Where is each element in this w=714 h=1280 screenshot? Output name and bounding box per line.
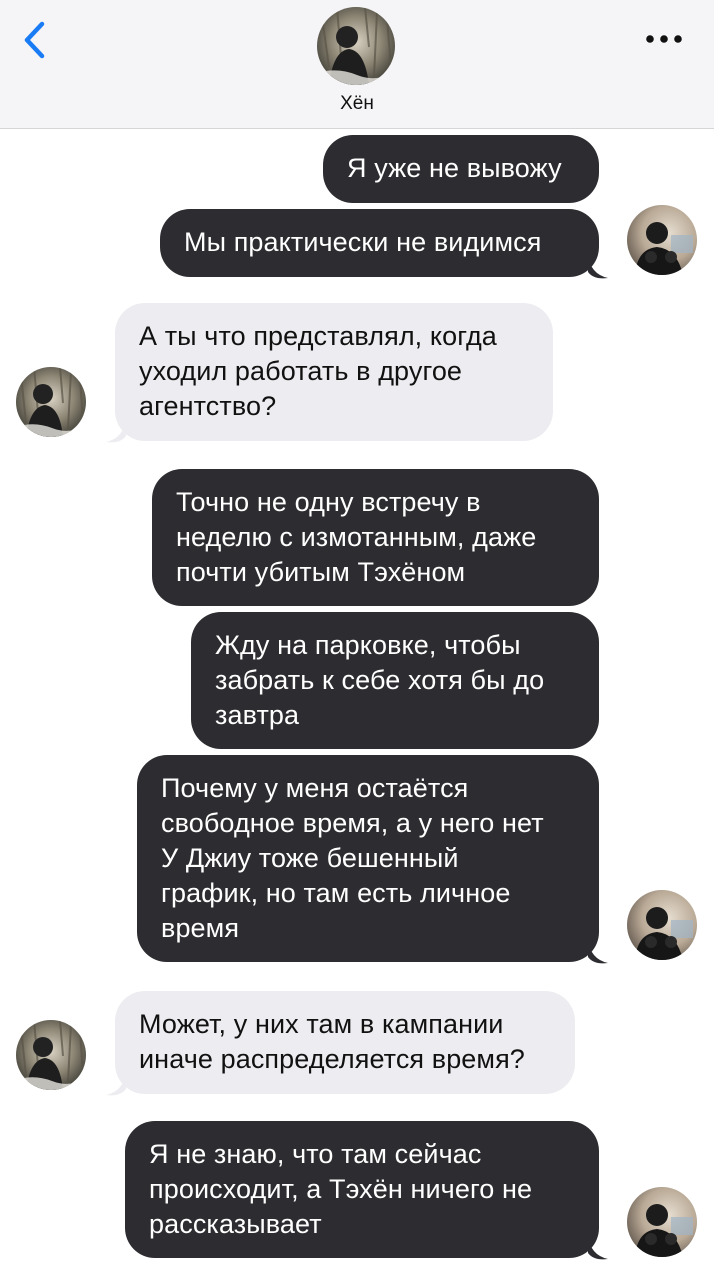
chevron-left-icon	[24, 21, 45, 59]
contact-avatar-image	[16, 367, 86, 437]
bubble-tail	[588, 939, 608, 964]
contact-avatar-image	[317, 7, 395, 85]
ellipsis-icon	[646, 35, 682, 43]
message-line: Мы практически не видимся	[184, 227, 542, 257]
message-bubble-incoming[interactable]: Может, у них там в кампании иначе распре…	[115, 991, 575, 1094]
my-avatar-image	[627, 205, 697, 275]
bubble-tail	[106, 418, 126, 443]
message-line: Я не знаю, что там сейчас	[149, 1139, 482, 1169]
message-line: Жду на парковке, чтобы	[215, 630, 521, 660]
my-avatar[interactable]	[627, 890, 697, 960]
message-line: Точно не одну встречу в	[176, 487, 481, 517]
message-line: А ты что представлял, когда	[139, 321, 497, 351]
message-line: завтра	[215, 700, 300, 730]
back-button[interactable]	[20, 18, 50, 62]
message-line: забрать к себе хотя бы до	[215, 665, 545, 695]
my-avatar-image	[627, 890, 697, 960]
message-bubble-outgoing[interactable]: Я не знаю, что там сейчас происходит, а …	[125, 1121, 599, 1258]
contact-avatar-small[interactable]	[16, 1020, 86, 1090]
bubble-tail	[106, 1071, 126, 1096]
contact-avatar[interactable]	[317, 7, 395, 85]
message-bubble-outgoing[interactable]: Почему у меня остаётся свободное время, …	[137, 755, 599, 962]
bubble-tail	[588, 1235, 608, 1260]
message-line: Я уже не вывожу	[347, 153, 562, 183]
message-line: происходит, а Тэхён ничего не	[149, 1174, 533, 1204]
message-line: У Джиу тоже бешенный	[161, 843, 459, 873]
contact-name[interactable]: Хён	[0, 93, 714, 115]
message-bubble-outgoing[interactable]: Жду на парковке, чтобы забрать к себе хо…	[191, 612, 599, 749]
message-bubble-outgoing[interactable]: Я уже не вывожу	[323, 135, 599, 203]
my-avatar-image	[627, 1187, 697, 1257]
message-line: агентство?	[139, 391, 277, 421]
contact-avatar-small[interactable]	[16, 367, 86, 437]
message-bubble-outgoing[interactable]: Точно не одну встречу в неделю с измотан…	[152, 469, 599, 606]
message-line: уходил работать в другое	[139, 356, 463, 386]
message-line: Почему у меня остаётся	[161, 773, 469, 803]
message-bubble-outgoing[interactable]: Мы практически не видимся	[160, 209, 599, 277]
message-line: неделю с измотанным, даже	[176, 522, 537, 552]
message-line: рассказывает	[149, 1209, 322, 1239]
message-line: свободное время, а у него нет	[161, 808, 544, 838]
message-line: график, но там есть личное	[161, 878, 511, 908]
my-avatar[interactable]	[627, 205, 697, 275]
message-bubble-incoming[interactable]: А ты что представлял, когда уходил работ…	[115, 303, 553, 441]
message-line: иначе распределяется время?	[139, 1044, 525, 1074]
message-line: почти убитым Тэхёном	[176, 557, 466, 587]
contact-avatar-image	[16, 1020, 86, 1090]
my-avatar[interactable]	[627, 1187, 697, 1257]
bubble-tail	[588, 254, 608, 279]
chat-header: Хён	[0, 0, 714, 129]
more-button[interactable]	[640, 24, 688, 54]
message-line: время	[161, 913, 240, 943]
message-line: Может, у них там в кампании	[139, 1009, 504, 1039]
